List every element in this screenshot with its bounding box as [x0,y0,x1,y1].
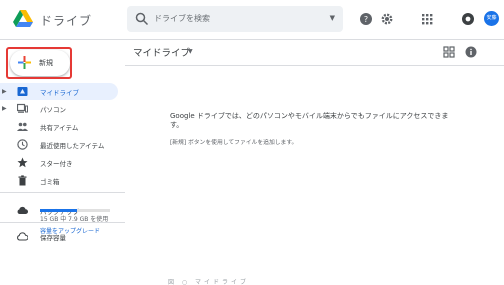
drive-folder-icon [17,87,28,96]
cloud-icon [17,206,28,214]
svg-text:?: ? [364,15,368,24]
app-name: ドライブ [40,14,93,28]
empty-state-message: Google ドライブでは、どのパソコンやモバイル端末からでもファイルにアクセス… [170,112,449,129]
sidebar-item-label: 共有アイテム [40,124,79,132]
settings-gear-icon[interactable] [380,12,394,26]
grid-view-icon[interactable] [443,46,455,58]
search-input[interactable]: ドライブを検索 [154,13,210,24]
sidebar-item-computers[interactable]: ▶ パソコン [0,100,118,117]
expand-arrow-icon[interactable]: ▶ [2,105,7,112]
sidebar-divider [0,192,125,193]
sidebar-item-recent[interactable]: 最近使用したアイテム [0,136,118,153]
trash-icon [18,175,27,186]
account-avatar[interactable]: 安藤 [484,11,499,26]
storage-usage-fill [40,209,78,212]
top-bar: ドライブ ドライブを検索 ▼ ? 安藤 [0,0,504,40]
clock-icon [17,139,28,150]
sidebar-item-shared[interactable]: 共有アイテム [0,118,118,135]
drive-window: ドライブ ドライブを検索 ▼ ? 安藤 新規 ▶ マイドライブ ▶ パソコン 共… [0,0,504,285]
sidebar-item-label: マイドライブ [40,89,79,97]
sidebar-item-label: ゴミ箱 [40,178,60,186]
search-options-icon[interactable]: ▼ [330,14,335,22]
storage-cloud-icon [17,232,28,241]
sidebar-item-starred[interactable]: スター付き [0,154,118,171]
info-icon[interactable] [465,46,477,58]
page-title[interactable]: マイドライブ [133,45,190,59]
main-divider [125,65,504,66]
sidebar-item-my-drive[interactable]: ▶ マイドライブ [0,83,118,100]
sidebar-item-label: パソコン [40,106,66,114]
callout-highlight-box [6,47,72,79]
empty-state-hint: [新規] ボタンを使用してファイルを追加します。 [170,140,298,146]
title-dropdown-icon[interactable]: ▼ [188,48,193,55]
main-content: マイドライブ ▼ Google ドライブでは、どのパソコンやモバイル端末からでも… [125,40,504,285]
apps-grid-icon[interactable] [420,12,434,26]
notifications-icon[interactable] [461,12,475,26]
shared-people-icon [17,122,28,131]
search-box[interactable]: ドライブを検索 ▼ [127,6,343,32]
sidebar-item-label: スター付き [40,160,73,168]
storage-usage-bar [40,209,110,212]
expand-arrow-icon[interactable]: ▶ [2,88,7,95]
storage-usage-text: 15 GB 中 7.9 GB を使用 [40,216,109,223]
search-icon [135,12,149,26]
sidebar-item-trash[interactable]: ゴミ箱 [0,172,118,189]
star-icon [17,157,28,168]
help-icon[interactable]: ? [359,12,373,26]
figure-caption: 図 ○ マイドライブ [168,279,250,285]
computer-icon [17,103,28,113]
drive-logo-icon[interactable] [13,10,33,28]
upgrade-storage-link[interactable]: 容量をアップグレード [40,226,100,235]
sidebar: 新規 ▶ マイドライブ ▶ パソコン 共有アイテム 最近使用したアイテム スター… [0,40,125,285]
sidebar-item-label: 最近使用したアイテム [40,142,105,150]
